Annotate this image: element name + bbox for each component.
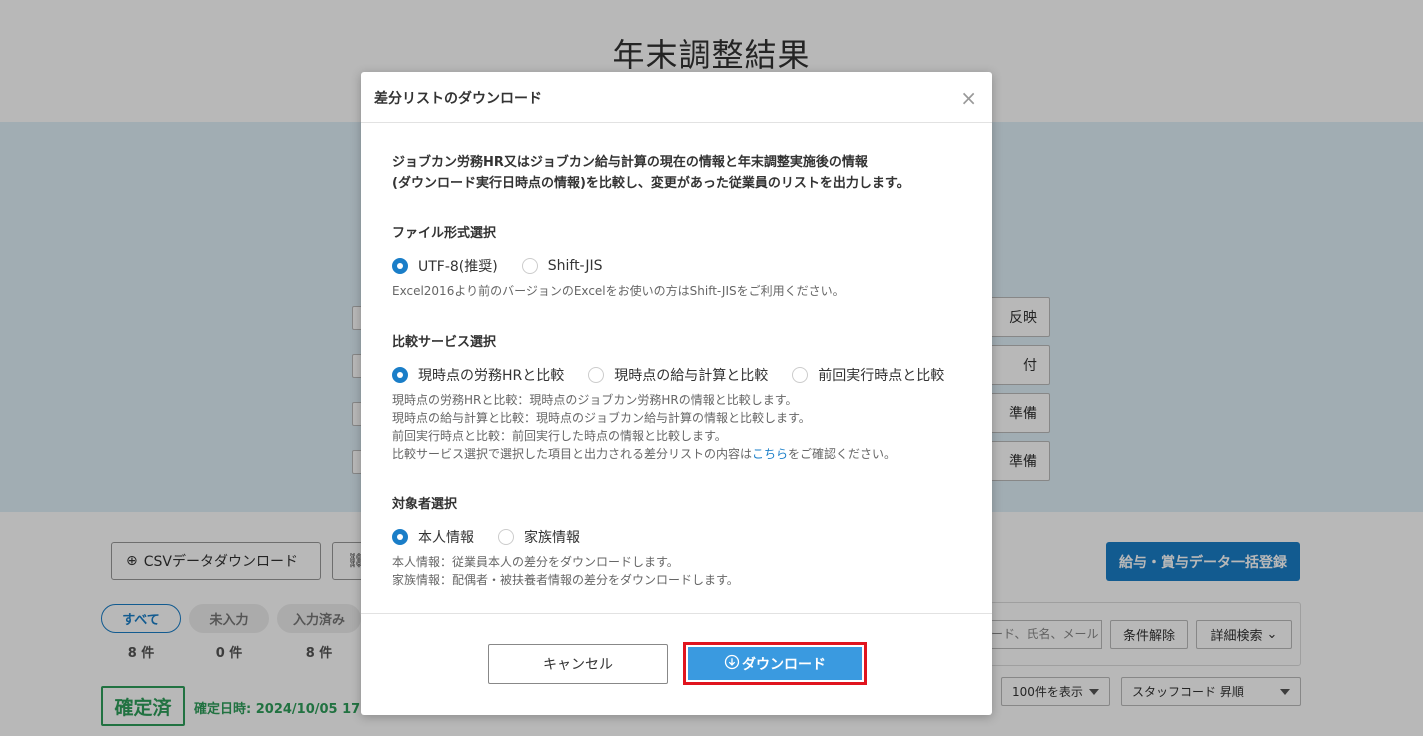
radio-unchecked-icon[interactable] <box>498 529 514 545</box>
compare-service-label: 比較サービス選択 <box>392 335 497 350</box>
compare-note-3: 前回実行時点と比較：前回実行した時点の情報と比較します。 <box>392 429 727 443</box>
radio-unchecked-icon[interactable] <box>588 367 605 383</box>
compare-note-4: 比較サービス選択で選択した項目と出力される差分リストの内容はこちらをご確認くださ… <box>392 445 972 463</box>
description-line-1: ジョブカン労務HR又はジョブカン給与計算の現在の情報と年末調整実施後の情報 <box>392 155 868 170</box>
close-icon[interactable]: × <box>960 88 977 108</box>
radio-utf8[interactable]: UTF-8(推奨) <box>392 256 498 276</box>
target-note-1: 本人情報：従業員本人の差分をダウンロードします。 <box>392 555 679 569</box>
radio-checked-icon[interactable] <box>392 529 408 545</box>
radio-compare-payroll[interactable]: 現時点の給与計算と比較 <box>588 365 768 385</box>
radio-compare-previous-label: 前回実行時点と比較 <box>818 368 945 384</box>
target-note-2: 家族情報：配偶者・被扶養者情報の差分をダウンロードします。 <box>392 573 739 587</box>
file-format-label: ファイル形式選択 <box>392 226 497 241</box>
diff-download-dialog: 差分リストのダウンロード × ジョブカン労務HR又はジョブカン給与計算の現在の情… <box>361 72 992 715</box>
radio-family-info[interactable]: 家族情報 <box>498 527 580 547</box>
radio-compare-payroll-label: 現時点の給与計算と比較 <box>614 368 769 384</box>
download-label: ダウンロード <box>742 656 826 673</box>
compare-service-notes: 現時点の労務HRと比較：現時点のジョブカン労務HRの情報と比較します。 現時点の… <box>392 391 972 463</box>
radio-compare-previous[interactable]: 前回実行時点と比較 <box>792 365 944 385</box>
radio-utf8-label: UTF-8(推奨) <box>418 259 498 275</box>
modal-body: ジョブカン労務HR又はジョブカン給与計算の現在の情報と年末調整実施後の情報 (ダ… <box>392 152 972 589</box>
radio-shift-jis[interactable]: Shift-JIS <box>521 258 603 274</box>
target-options: 本人情報 家族情報 <box>392 527 972 547</box>
compare-note-4-before: 比較サービス選択で選択した項目と出力される差分リストの内容は <box>392 447 753 461</box>
download-highlight-frame: ダウンロード <box>683 642 867 685</box>
compare-service-options: 現時点の労務HRと比較 現時点の給与計算と比較 前回実行時点と比較 <box>392 365 972 385</box>
compare-note-2: 現時点の給与計算と比較：現時点のジョブカン給与計算の情報と比較します。 <box>392 411 811 425</box>
modal-header: 差分リストのダウンロード × <box>361 72 992 123</box>
radio-unchecked-icon[interactable] <box>792 367 809 383</box>
download-circle-icon <box>724 654 740 674</box>
compare-note-4-after: をご確認ください。 <box>788 447 897 461</box>
file-format-options: UTF-8(推奨) Shift-JIS <box>392 256 972 276</box>
radio-family-info-label: 家族情報 <box>524 530 580 546</box>
radio-compare-hr[interactable]: 現時点の労務HRと比較 <box>392 365 564 385</box>
details-link[interactable]: こちら <box>752 447 788 461</box>
radio-unchecked-icon[interactable] <box>521 258 538 274</box>
radio-shift-jis-label: Shift-JIS <box>547 258 603 274</box>
radio-self-info-label: 本人情報 <box>418 530 474 546</box>
modal-title: 差分リストのダウンロード <box>374 91 542 107</box>
download-button[interactable]: ダウンロード <box>688 647 862 680</box>
target-label: 対象者選択 <box>392 497 458 512</box>
description: ジョブカン労務HR又はジョブカン給与計算の現在の情報と年末調整実施後の情報 (ダ… <box>392 152 972 194</box>
target-notes: 本人情報：従業員本人の差分をダウンロードします。 家族情報：配偶者・被扶養者情報… <box>392 553 972 589</box>
radio-compare-hr-label: 現時点の労務HRと比較 <box>418 368 565 384</box>
cancel-button[interactable]: キャンセル <box>488 644 668 684</box>
footer-divider <box>361 613 992 614</box>
description-line-2: (ダウンロード実行日時点の情報)を比較し、変更があった従業員のリストを出力します… <box>392 176 910 191</box>
radio-checked-icon[interactable] <box>392 258 408 274</box>
compare-note-1: 現時点の労務HRと比較：現時点のジョブカン労務HRの情報と比較します。 <box>392 393 798 407</box>
radio-self-info[interactable]: 本人情報 <box>392 527 474 547</box>
file-format-note: Excel2016より前のバージョンのExcelをお使いの方はShift-JIS… <box>392 284 845 298</box>
radio-checked-icon[interactable] <box>392 367 408 383</box>
